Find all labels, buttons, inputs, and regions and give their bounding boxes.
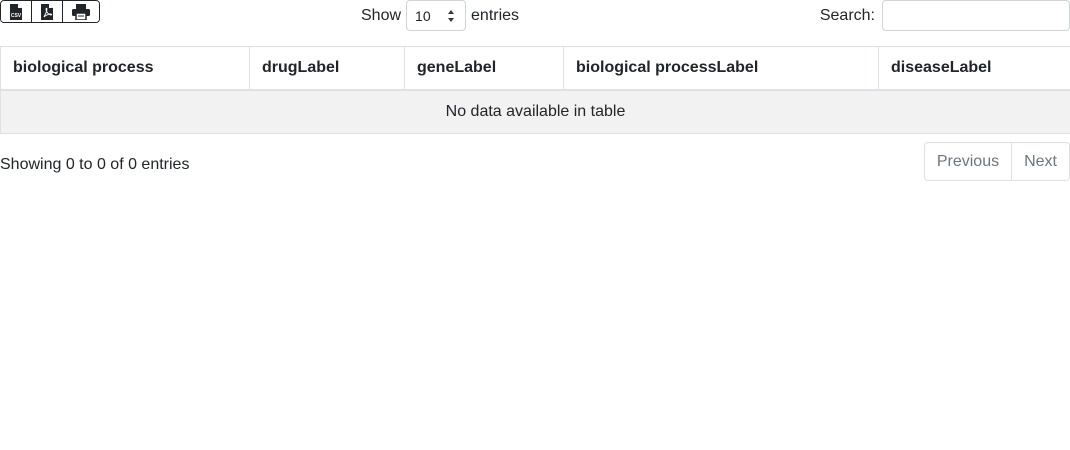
export-button-group: CSV <box>0 0 100 23</box>
export-pdf-button[interactable] <box>32 1 63 22</box>
entries-label: entries <box>471 6 520 24</box>
data-table-wrapper: biological process drugLabel geneLabel b… <box>0 46 1070 134</box>
table-row: No data available in table <box>0 89 1070 134</box>
table-toolbar: CSV Show 10 entries Search: <box>0 0 1070 40</box>
column-header-genelabel[interactable]: geneLabel <box>404 46 564 91</box>
table-header-row: biological process drugLabel geneLabel b… <box>0 46 1070 91</box>
pdf-file-icon <box>41 3 53 20</box>
print-icon <box>72 3 90 20</box>
svg-text:CSV: CSV <box>11 13 22 19</box>
search-input[interactable] <box>882 0 1070 31</box>
previous-button[interactable]: Previous <box>925 143 1011 180</box>
column-header-diseaselabel[interactable]: diseaseLabel <box>878 46 1070 91</box>
next-button[interactable]: Next <box>1011 143 1069 180</box>
empty-table-message: No data available in table <box>0 89 1070 134</box>
page-length-value: 10 <box>415 7 431 24</box>
select-arrows-icon <box>448 10 455 22</box>
page-length-control: Show 10 entries <box>361 0 519 31</box>
data-table: biological process drugLabel geneLabel b… <box>0 46 1070 134</box>
column-header-druglabel[interactable]: drugLabel <box>249 46 405 91</box>
page-length-select[interactable]: 10 <box>406 0 467 31</box>
show-label: Show <box>361 6 402 24</box>
column-header-biological-process[interactable]: biological process <box>0 46 250 91</box>
column-header-biological-processlabel[interactable]: biological processLabel <box>563 46 879 91</box>
csv-file-icon: CSV <box>10 3 22 20</box>
print-button[interactable] <box>63 1 99 22</box>
pagination: Previous Next <box>923 142 1070 181</box>
table-info: Showing 0 to 0 of 0 entries <box>0 156 190 173</box>
search-label: Search: <box>819 6 875 24</box>
search-control: Search: <box>820 0 1070 31</box>
export-csv-button[interactable]: CSV <box>1 1 32 22</box>
